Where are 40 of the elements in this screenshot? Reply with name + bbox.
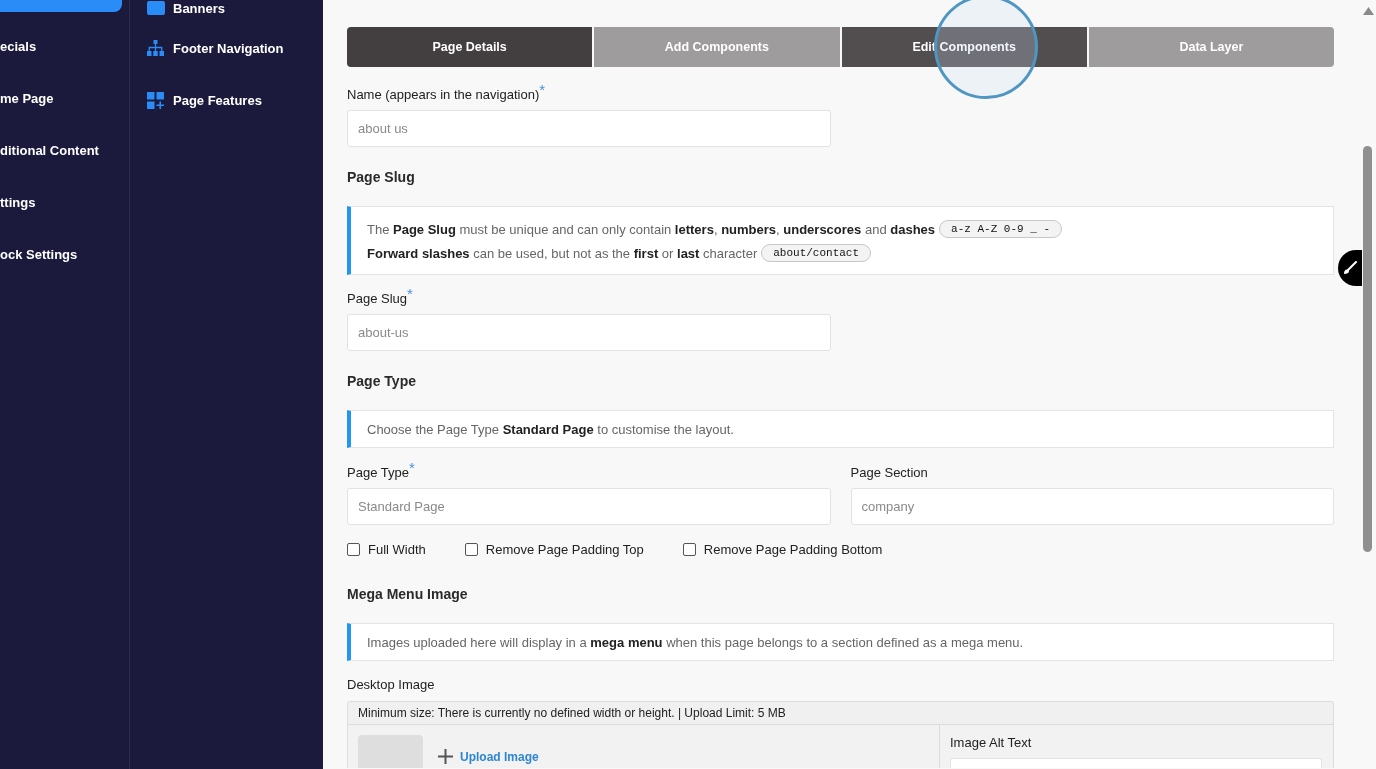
checkbox[interactable]	[682, 542, 696, 556]
text-input[interactable]: about us	[347, 110, 831, 147]
sidebar-item[interactable]: ttings	[0, 176, 122, 228]
text-input[interactable]: Standard Page	[347, 488, 831, 525]
checkbox-label[interactable]: Remove Page Padding Top	[485, 541, 644, 557]
scrollbar-thumb[interactable]	[1363, 146, 1372, 552]
grid-plus-icon	[147, 91, 164, 109]
section-heading: Page Type	[347, 372, 416, 390]
submenu-item[interactable]: Footer Navigation	[147, 30, 284, 66]
square-icon	[147, 1, 165, 15]
info-text: Forward slashes can be used, but not as the first or last character	[367, 245, 758, 261]
info-text: Choose the Page Type Standard Page to customise the layout.	[367, 421, 734, 437]
field-label: Desktop Image	[347, 677, 435, 693]
scroll-up-icon[interactable]	[1363, 7, 1374, 15]
field-label: Page Section	[850, 465, 928, 481]
section-heading: Page Slug	[347, 168, 415, 186]
tab[interactable]: Page Details	[347, 27, 593, 67]
code-snippet: a-z A-Z 0-9 _ -	[939, 220, 1063, 238]
code-snippet: about/contact	[761, 244, 872, 262]
plus-icon[interactable]	[438, 749, 453, 764]
sitemap-icon	[147, 40, 164, 56]
checkbox-label[interactable]: Remove Page Padding Bottom	[703, 541, 883, 557]
checkbox-label[interactable]: Full Width	[368, 541, 426, 557]
submenu-item[interactable]: Banners	[147, 0, 226, 16]
text-input[interactable]: company	[850, 488, 1334, 525]
sidebar-item[interactable]: me Page	[0, 72, 122, 124]
section-heading: Mega Menu Image	[347, 585, 468, 603]
checkbox[interactable]	[347, 542, 360, 556]
info-text: The Page Slug must be unique and can only contain letters, numbers, underscores and dashes	[367, 221, 936, 237]
sidebar-item[interactable]: ock Settings	[0, 228, 122, 280]
field-label: Image Alt Text	[950, 735, 1032, 751]
text-input[interactable]: about-us	[347, 314, 831, 351]
brush-button[interactable]	[1338, 250, 1362, 286]
checkbox[interactable]	[464, 542, 478, 556]
upload-info-bar: Minimum size: There is currently no defined width or height. | Upload Limit: 5 MB	[348, 702, 1333, 725]
submenu-item[interactable]: Page Features	[147, 82, 262, 118]
info-text: Images uploaded here will display in a mega menu when this page belongs to a section defined as a mega menu.	[367, 634, 1024, 650]
sidebar-item[interactable]: ditional Content	[0, 124, 122, 176]
sidebar-item[interactable]: ecials	[0, 20, 122, 72]
brush-icon	[1343, 261, 1357, 275]
